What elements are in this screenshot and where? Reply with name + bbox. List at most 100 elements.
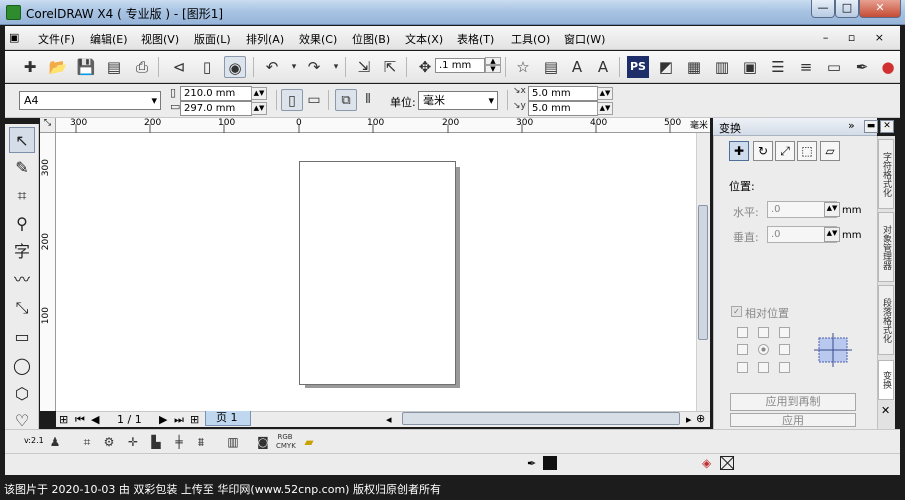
pen-icon[interactable]: ✒ xyxy=(851,56,873,78)
tab-character-formatting[interactable]: 字符格式化 xyxy=(878,139,894,209)
scroll-right-icon[interactable]: ▸ xyxy=(686,413,692,426)
landscape-icon[interactable]: ▭ xyxy=(303,89,325,111)
star-icon[interactable]: ☆ xyxy=(512,56,534,78)
list-icon[interactable]: ☰ xyxy=(767,56,789,78)
anchor-bottom-right[interactable] xyxy=(779,362,790,373)
export-icon[interactable]: ⇱ xyxy=(379,56,401,78)
menu-bitmaps[interactable]: 位图(B) xyxy=(352,31,390,47)
tab-transform[interactable]: 变换 xyxy=(878,360,894,400)
skew-mode-icon[interactable]: ▱ xyxy=(820,141,840,161)
page-width-input[interactable]: 210.0 mm xyxy=(180,86,252,101)
menu-window[interactable]: 窗口(W) xyxy=(564,31,605,47)
photoshop-icon[interactable]: PS xyxy=(627,56,649,78)
size-mode-icon[interactable]: ⬚ xyxy=(797,141,817,161)
document-icon[interactable]: ▤ xyxy=(540,56,562,78)
scroll-left-icon[interactable]: ◂ xyxy=(386,413,392,426)
ruler-origin[interactable]: ⤡ xyxy=(40,118,56,133)
first-page-icon[interactable]: ⏮ xyxy=(75,413,85,427)
frame-icon[interactable]: ▭ xyxy=(823,56,845,78)
bitmap-icon[interactable]: ▦ xyxy=(683,56,705,78)
crop-tool-icon[interactable]: ⌗ xyxy=(9,183,35,209)
rectangle-tool-icon[interactable]: ▭ xyxy=(9,324,35,350)
coreldraw-app-icon[interactable] xyxy=(6,5,21,20)
guides-icon[interactable]: ✛ xyxy=(124,433,142,451)
dup-x-spinner[interactable]: ▲▼ xyxy=(597,87,613,100)
color-wheel-icon[interactable]: ◩ xyxy=(655,56,677,78)
duplicate-y-input[interactable]: 5.0 mm xyxy=(528,101,598,116)
document-page[interactable] xyxy=(299,161,456,385)
menu-view[interactable]: 视图(V) xyxy=(141,31,179,47)
anchor-bottom-left[interactable] xyxy=(737,362,748,373)
page-height-input[interactable]: 297.0 mm xyxy=(180,101,252,116)
all-pages-icon[interactable]: ⧉ xyxy=(335,89,357,111)
smart-fill-tool-icon[interactable]: ⤡ xyxy=(9,295,35,321)
menu-text[interactable]: 文本(X) xyxy=(405,31,443,47)
page-frame-icon[interactable]: ▯ xyxy=(196,56,218,78)
document-window-controls[interactable]: – ▫ × xyxy=(823,31,892,44)
new-icon[interactable]: ✚ xyxy=(19,56,41,78)
fill-swatch-icon[interactable] xyxy=(543,456,557,470)
zoom-tool-icon[interactable]: ⚲ xyxy=(9,211,35,237)
menu-arrange[interactable]: 排列(A) xyxy=(246,31,284,47)
horizontal-spinner[interactable]: ▲▼ xyxy=(824,202,840,217)
barcode-icon[interactable]: ▥ xyxy=(224,433,242,451)
minimize-button[interactable]: — xyxy=(811,0,835,18)
rotate-mode-icon[interactable]: ↻ xyxy=(753,141,773,161)
crop-marks-icon[interactable]: ⌗ xyxy=(78,433,96,451)
apply-to-duplicate-button[interactable]: 应用到再制 xyxy=(730,393,856,411)
dup-y-spinner[interactable]: ▲▼ xyxy=(597,102,613,115)
doc-menu-icon[interactable]: ▣ xyxy=(9,31,19,44)
close-button[interactable]: ✕ xyxy=(859,0,901,18)
units-select[interactable]: 毫米 xyxy=(418,91,498,110)
menu-effects[interactable]: 效果(C) xyxy=(299,31,337,47)
folder-icon[interactable]: ▰ xyxy=(300,433,318,451)
scale-mode-icon[interactable]: ⤢ xyxy=(775,141,795,161)
tab-paragraph-formatting[interactable]: 段落格式化 xyxy=(878,285,894,355)
vertical-scroll-thumb[interactable] xyxy=(698,205,708,340)
bar-chart-icon[interactable]: ▙ xyxy=(147,433,165,451)
nudge-down-icon[interactable]: ▼ xyxy=(485,65,501,73)
vertical-ruler[interactable]: 300 200 100 xyxy=(40,133,56,411)
text-a-icon[interactable]: A xyxy=(566,56,588,78)
redo-dropdown-icon[interactable]: ▾ xyxy=(325,56,347,78)
nudge-distance-input[interactable]: .1 mm xyxy=(435,58,485,73)
add-page-icon[interactable]: ⊞ xyxy=(59,413,68,426)
menu-tools[interactable]: 工具(O) xyxy=(511,31,550,47)
polygon-tool-icon[interactable]: ⬡ xyxy=(9,381,35,407)
width-spinner[interactable]: ▲▼ xyxy=(251,87,267,100)
pick-tool-icon[interactable]: ↖ xyxy=(9,127,35,153)
ellipse-tool-icon[interactable]: ◯ xyxy=(9,353,35,379)
anchor-bottom-center[interactable] xyxy=(758,362,769,373)
shape-tool-icon[interactable]: ✎ xyxy=(9,155,35,181)
anchor-top-center[interactable] xyxy=(758,327,769,338)
redo-icon[interactable]: ↷ xyxy=(303,56,325,78)
save-as-icon[interactable]: ▤ xyxy=(103,56,125,78)
user-icon[interactable]: ♟ xyxy=(46,433,64,451)
docker-expand-icon[interactable]: » xyxy=(848,119,855,132)
current-page-icon[interactable]: ⫴ xyxy=(357,89,379,111)
anchor-top-right[interactable] xyxy=(779,327,790,338)
save-icon[interactable]: 💾 xyxy=(75,56,97,78)
view-eye-icon[interactable]: ◉ xyxy=(224,56,246,78)
columns-icon[interactable]: ▥ xyxy=(711,56,733,78)
page-prev-icon[interactable]: ⊲ xyxy=(168,56,190,78)
anchor-top-left[interactable] xyxy=(737,327,748,338)
nudge-up-icon[interactable]: ▲ xyxy=(485,57,501,65)
undo-dropdown-icon[interactable]: ▾ xyxy=(283,56,305,78)
zoom-navigator-icon[interactable]: ⊕ xyxy=(696,412,705,425)
tab-object-manager[interactable]: 对象管理器 xyxy=(878,212,894,282)
prev-page-icon[interactable]: ◀ xyxy=(91,413,99,426)
maximize-button[interactable]: □ xyxy=(835,0,859,18)
apply-button[interactable]: 应用 xyxy=(730,413,856,427)
docker-close-icon[interactable]: ✕ xyxy=(880,120,894,133)
camera-icon[interactable]: ◙ xyxy=(254,433,272,451)
transform-icon[interactable]: ⚙ xyxy=(100,433,118,451)
ruler-tool-icon[interactable]: ╪ xyxy=(170,433,188,451)
menu-table[interactable]: 表格(T) xyxy=(457,31,494,47)
undo-icon[interactable]: ↶ xyxy=(261,56,283,78)
vertical-spinner[interactable]: ▲▼ xyxy=(824,227,840,242)
height-spinner[interactable]: ▲▼ xyxy=(251,102,267,115)
menu-file[interactable]: 文件(F) xyxy=(38,31,75,47)
outline-icon[interactable] xyxy=(720,456,734,470)
portrait-icon[interactable]: ▯ xyxy=(281,89,303,111)
